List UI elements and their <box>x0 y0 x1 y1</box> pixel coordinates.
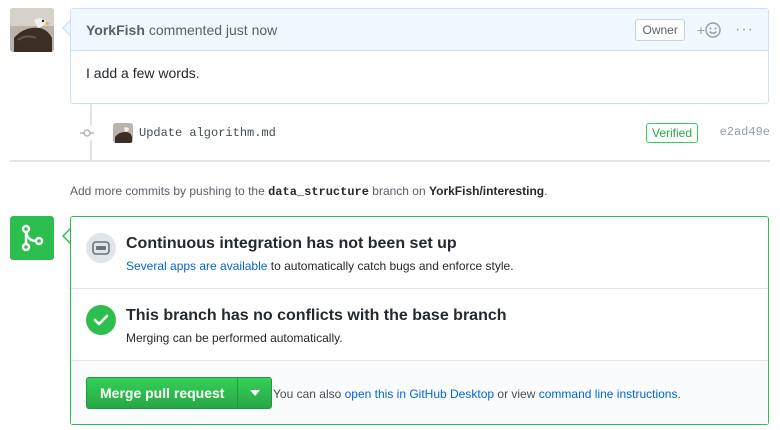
add-reaction-button[interactable]: + <box>697 22 721 38</box>
timeline-divider <box>10 160 770 162</box>
repo-name: YorkFish/interesting <box>429 184 545 198</box>
commit-sha-link[interactable]: e2ad49e <box>720 125 770 139</box>
merge-pull-request-button[interactable]: Merge pull request <box>87 378 237 408</box>
ci-title: Continuous integration has not been set … <box>126 235 457 252</box>
conflict-title: This branch has no conflicts with the ba… <box>126 307 507 324</box>
comment-author-link[interactable]: YorkFish <box>86 22 145 38</box>
ci-section: Continuous integration has not been set … <box>71 217 768 289</box>
merge-panel: Continuous integration has not been set … <box>70 216 769 425</box>
merge-action-section: Merge pull request You can also open thi… <box>71 361 768 424</box>
conflict-section: This branch has no conflicts with the ba… <box>71 289 768 361</box>
check-icon <box>86 305 116 335</box>
ci-subtitle-rest: to automatically catch bugs and enforce … <box>270 259 514 273</box>
push-hint-prefix: Add more commits by pushing to the <box>70 184 265 198</box>
branch-name: data_structure <box>268 185 369 199</box>
ci-icon <box>86 233 116 263</box>
github-desktop-link[interactable]: open this in GitHub Desktop <box>345 387 494 401</box>
owner-badge: Owner <box>635 18 685 41</box>
comment-header: YorkFish commented just now Owner + ··· <box>71 9 768 51</box>
git-merge-icon <box>10 216 54 260</box>
ci-subtitle: Several apps are available to automatica… <box>126 259 514 273</box>
comment-card: YorkFish commented just now Owner + ··· … <box>70 8 769 104</box>
smiley-icon <box>705 21 721 38</box>
verified-badge[interactable]: Verified <box>646 123 699 143</box>
commit-row: Update algorithm.md Verified e2ad49e <box>80 120 770 146</box>
push-hint-suffix: . <box>544 184 548 198</box>
caret-down-icon[interactable] <box>237 378 271 408</box>
merge-hint-middle: or view <box>497 387 536 401</box>
push-hint: Add more commits by pushing to the data_… <box>70 184 547 199</box>
merge-hint: You can also open this in GitHub Desktop… <box>273 387 681 401</box>
apps-available-link[interactable]: Several apps are available <box>126 259 267 273</box>
commit-author-avatar[interactable] <box>113 123 133 143</box>
merge-hint-suffix: . <box>677 387 681 401</box>
plus-label: + <box>696 21 706 38</box>
command-line-instructions-link[interactable]: command line instructions <box>539 387 678 401</box>
commit-icon <box>80 126 94 140</box>
conflict-subtitle: Merging can be performed automatically. <box>126 331 343 345</box>
kebab-icon[interactable]: ··· <box>735 21 754 39</box>
push-hint-middle: branch on <box>372 184 426 198</box>
author-avatar[interactable] <box>10 8 54 52</box>
merge-hint-prefix: You can also <box>273 387 342 401</box>
merge-button-group: Merge pull request <box>86 377 273 409</box>
comment-body: I add a few words. <box>86 65 200 81</box>
commit-message-link[interactable]: Update algorithm.md <box>139 126 276 140</box>
comment-timestamp[interactable]: commented just now <box>149 22 277 38</box>
